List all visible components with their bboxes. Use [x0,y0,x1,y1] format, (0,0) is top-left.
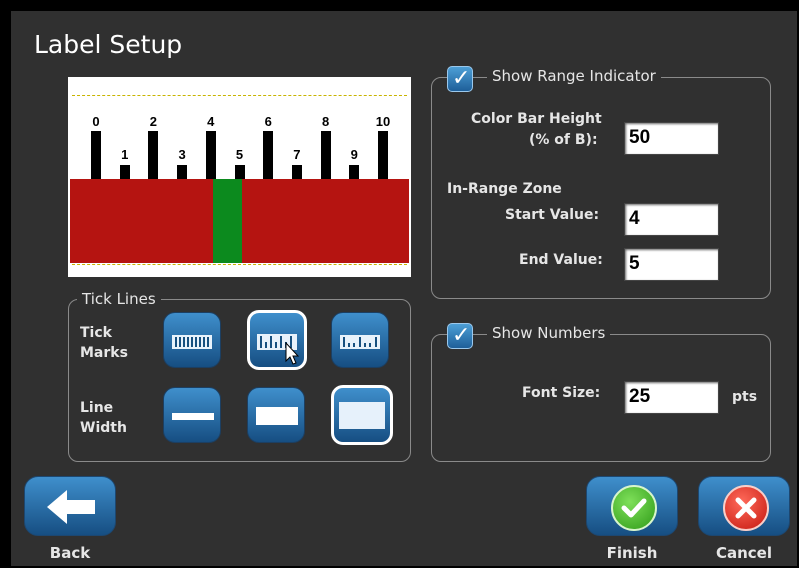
checkmark-icon: ✓ [452,323,471,348]
preview-tick-mark [119,165,130,179]
in-range-zone-label: In-Range Zone [447,181,562,197]
preview-tick-label: 8 [321,114,330,129]
preview-tick-label: 5 [235,147,244,162]
line-width-thin-button[interactable] [163,387,221,443]
show-numbers-label[interactable]: Show Numbers [487,324,611,342]
sparse-ticks-icon [340,335,380,349]
preview-tick-mark [263,131,274,179]
preview-tick-mark [320,131,331,179]
preview-tick-mark [205,131,216,179]
line-width-medium-button[interactable] [247,387,305,443]
end-value-label: End Value: [519,252,603,268]
tick-marks-medium-button[interactable] [247,310,307,370]
start-value-label: Start Value: [505,207,600,223]
tick-marks-dense-button[interactable] [163,312,221,368]
preview-tick-label: 2 [149,114,157,129]
checkmark-icon: ✓ [452,66,471,91]
arrow-left-icon [47,490,95,524]
preview-tick-label: 7 [293,147,301,162]
cancel-button[interactable] [698,476,790,536]
preview-tick-mark [234,165,245,179]
preview-tick-label: 3 [178,147,186,162]
show-numbers-checkbox[interactable]: ✓ [447,323,473,349]
cancel-label: Cancel [715,544,772,562]
font-size-input[interactable]: 25 [624,381,719,414]
thick-line-icon [339,402,385,429]
tick-marks-sparse-button[interactable] [331,312,389,368]
preview-tick-label: 4 [207,114,215,129]
color-bar-height-input[interactable]: 50 [624,122,719,155]
font-size-label: Font Size: [522,385,601,401]
preview-tick-mark [378,131,388,179]
label-preview: 0 1 2 3 4 5 6 7 8 9 10 [68,77,411,277]
show-range-indicator-checkbox[interactable]: ✓ [447,66,473,92]
color-bar-height-label-line2: (% of B): [529,132,598,148]
end-value-input[interactable]: 5 [624,248,719,281]
start-value-input[interactable]: 4 [624,203,719,236]
finish-button[interactable] [586,476,678,536]
x-circle-icon [723,485,769,531]
preview-tick-mark [349,165,360,179]
preview-tick-label: 10 [375,114,391,129]
show-numbers-group [431,334,771,462]
line-width-thick-button[interactable] [331,385,393,445]
line-width-label-line2: Width [80,420,127,436]
preview-tick-mark [177,165,188,179]
back-button[interactable] [24,476,116,536]
medium-ticks-icon [257,334,300,365]
thin-line-icon [172,413,214,420]
preview-tick-label: 9 [350,147,358,162]
medium-line-icon [256,407,298,425]
font-size-unit: pts [732,389,758,405]
check-circle-icon [611,485,657,531]
tick-marks-label-line2: Marks [80,345,128,361]
preview-tick-mark [291,165,302,179]
tick-lines-legend: Tick Lines [77,290,161,308]
preview-tick-label: 0 [92,114,100,129]
page-title: Label Setup [34,30,183,59]
preview-tick-mark [148,131,159,179]
color-bar-height-label-line1: Color Bar Height [471,111,602,127]
show-range-indicator-label[interactable]: Show Range Indicator [487,67,661,85]
preview-tick-mark [91,131,101,179]
in-range-zone-bar [213,179,242,263]
preview-tick-label: 1 [121,147,129,162]
back-label: Back [49,544,91,562]
label-setup-dialog: Label Setup 0 1 2 3 4 5 6 7 8 9 10 Tick Lines Tick… [11,11,797,566]
finish-label: Finish [606,544,658,562]
line-width-label-line1: Line [80,400,114,416]
tick-marks-label-line1: Tick [80,325,112,341]
dense-ticks-icon [172,335,212,349]
preview-tick-label: 6 [264,114,272,129]
